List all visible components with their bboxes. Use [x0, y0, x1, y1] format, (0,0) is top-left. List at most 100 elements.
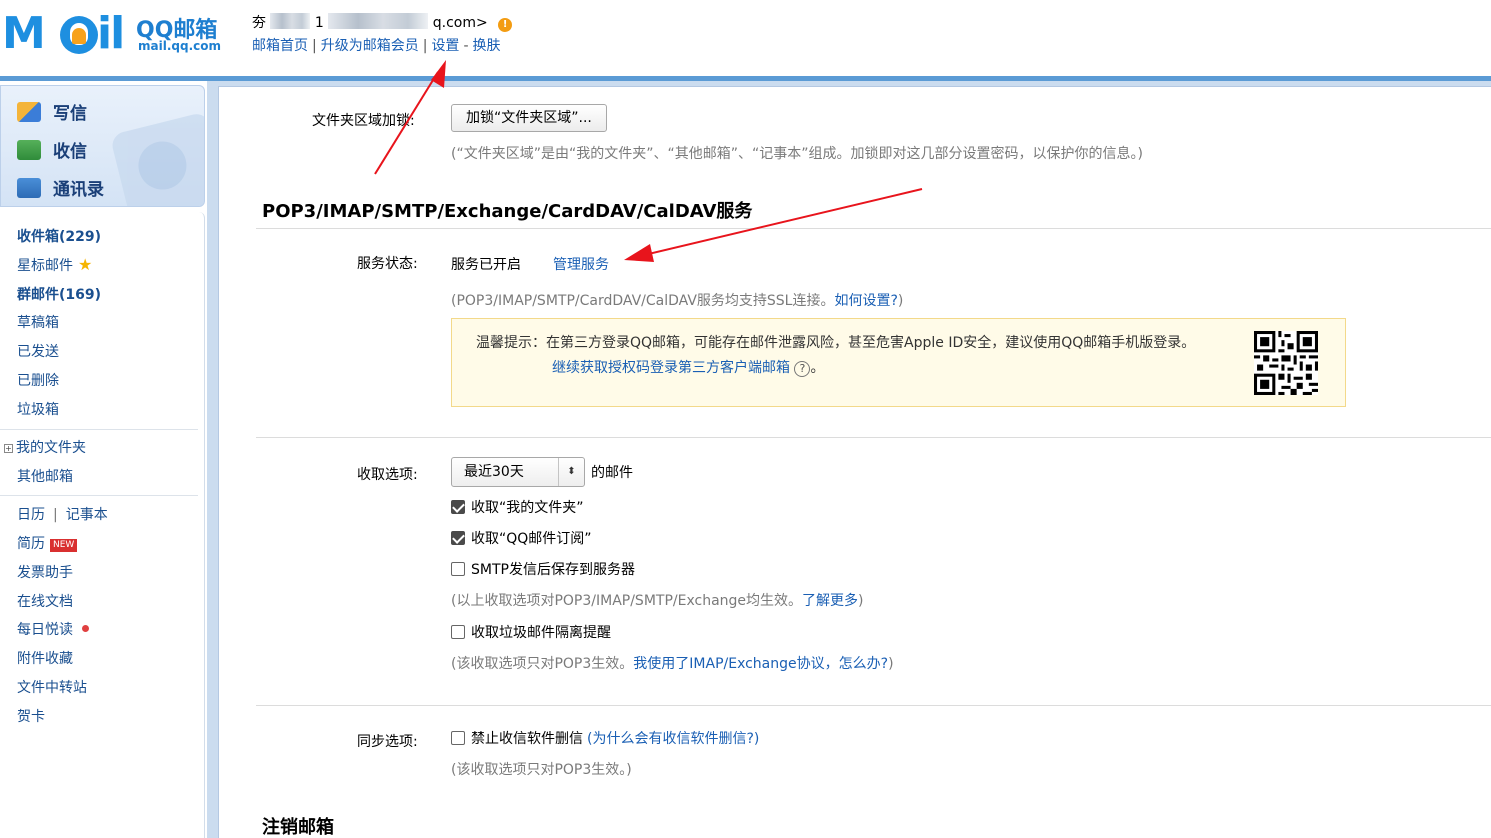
- sidebar-item-attachments[interactable]: 附件收藏: [17, 648, 73, 668]
- section-divider: [256, 705, 1491, 706]
- receive-my-folders-option[interactable]: 收取“我的文件夹”: [451, 497, 584, 517]
- receive-subscription-option[interactable]: 收取“QQ邮件订阅”: [451, 528, 592, 548]
- sidebar-item-calendar[interactable]: 日历: [17, 507, 45, 523]
- redacted-block: [270, 13, 311, 29]
- no-delete-option[interactable]: 禁止收信软件删信 (为什么会有收信软件删信?): [451, 728, 759, 748]
- sidebar-item-notebook[interactable]: 记事本: [66, 507, 108, 523]
- bell-icon: [72, 28, 86, 44]
- help-question-icon[interactable]: ?: [794, 361, 811, 377]
- receive-range-select[interactable]: 最近30天 ⬍: [451, 457, 585, 487]
- spam-reminder-option[interactable]: 收取垃圾邮件隔离提醒: [451, 622, 611, 642]
- sidebar-item-daily-reading[interactable]: 每日悦读: [17, 619, 89, 639]
- top-header: M il QQ邮箱 mail.qq.com 夯 1 q.com> ! 邮箱首页 |…: [0, 0, 1491, 76]
- no-delete-checkbox[interactable]: [451, 731, 465, 745]
- sidebar-item-inbox[interactable]: 收件箱(229): [17, 226, 101, 246]
- contacts-label: 通讯录: [53, 180, 104, 200]
- sidebar-item-spam[interactable]: 垃圾箱: [17, 399, 59, 419]
- sidebar-item-drafts[interactable]: 草稿箱: [17, 312, 59, 332]
- service-status-value: 服务已开启: [451, 257, 521, 273]
- receive-hint-text: (以上收取选项对POP3/IMAP/SMTP/Exchange均生效。: [451, 593, 803, 609]
- receive-hint-end: ): [858, 593, 864, 609]
- how-to-setup-link[interactable]: 如何设置?: [834, 293, 897, 309]
- security-tip-box: 温馨提示：在第三方登录QQ邮箱，可能存在邮件泄露风险，甚至危害Apple ID安…: [451, 318, 1346, 407]
- separator: |: [312, 38, 317, 54]
- sidebar-item-resume[interactable]: 简历 NEW: [17, 533, 78, 553]
- sidebar-item-other-mail[interactable]: 其他邮箱: [17, 466, 73, 486]
- get-auth-code-link[interactable]: 继续获取授权码登录第三方客户端邮箱: [552, 360, 790, 376]
- change-skin-link[interactable]: 换肤: [473, 38, 501, 54]
- receive-mail-button[interactable]: 收信: [17, 137, 87, 162]
- sidebar-item-label: 简历: [17, 536, 45, 552]
- receive-my-folders-checkbox[interactable]: [451, 500, 465, 514]
- contacts-icon: [17, 177, 41, 198]
- qq-mail-logo[interactable]: M il QQ邮箱 mail.qq.com: [0, 8, 230, 60]
- unread-dot-icon: [82, 625, 89, 632]
- logo-url: mail.qq.com: [138, 39, 221, 53]
- ssl-hint-end: ): [897, 293, 904, 309]
- section-divider: [256, 228, 1491, 229]
- sidebar-item-online-docs[interactable]: 在线文档: [17, 591, 73, 611]
- folder-nav: 收件箱(229) 星标邮件 ★ 群邮件(169) 草稿箱 已发送 已删除 垃圾箱 …: [0, 212, 205, 838]
- lock-folder-button[interactable]: 加锁“文件夹区域”...: [451, 104, 607, 132]
- ssl-hint-text: (POP3/IMAP/SMTP/CardDAV/CalDAV服务均支持SSL连接…: [451, 293, 835, 309]
- checkbox-label: 收取“我的文件夹”: [471, 500, 584, 516]
- receive-subscription-checkbox[interactable]: [451, 531, 465, 545]
- sidebar-item-group-mail[interactable]: 群邮件(169): [17, 284, 101, 304]
- mailbox-home-link[interactable]: 邮箱首页: [252, 38, 308, 54]
- tip-end: 。: [810, 360, 825, 376]
- account-prefix: 夯: [252, 15, 266, 31]
- spam-reminder-checkbox[interactable]: [451, 625, 465, 639]
- select-arrow-icon: ⬍: [558, 458, 584, 486]
- receive-label: 收信: [53, 142, 87, 162]
- quick-actions-panel: 写信 收信 通讯录: [0, 85, 205, 207]
- left-sidebar: 写信 收信 通讯录 收件箱(229) 星标邮件 ★ 群邮件(169) 草稿箱 已发…: [0, 81, 207, 838]
- top-nav-links: 邮箱首页 | 升级为邮箱会员 | 设置 - 换肤: [252, 35, 501, 55]
- pop3-only-hint: (该收取选项只对POP3生效。我使用了IMAP/Exchange协议，怎么办?): [451, 653, 894, 673]
- imap-exchange-help-link[interactable]: 我使用了IMAP/Exchange协议，怎么办?: [633, 656, 888, 672]
- sidebar-item-file-transfer[interactable]: 文件中转站: [17, 677, 87, 697]
- separator: |: [53, 507, 58, 523]
- sidebar-item-starred[interactable]: 星标邮件 ★: [17, 255, 92, 275]
- contacts-button[interactable]: 通讯录: [17, 175, 104, 200]
- warning-icon[interactable]: !: [498, 18, 513, 32]
- folder-lock-hint: (“文件夹区域”是由“我的文件夹”、“其他邮箱”、“记事本”组成。加锁即对这几部…: [451, 146, 1143, 162]
- account-address[interactable]: 夯 1 q.com> !: [252, 12, 513, 32]
- pop3-hint-end: ): [888, 656, 894, 672]
- inbox-download-icon: [17, 139, 41, 160]
- receive-suffix: 的邮件: [591, 465, 633, 481]
- smtp-save-checkbox[interactable]: [451, 562, 465, 576]
- sync-hint: (该收取选项只对POP3生效。): [451, 762, 632, 778]
- checkbox-label: 禁止收信软件删信: [471, 731, 583, 747]
- separator: -: [463, 38, 469, 54]
- smtp-save-option[interactable]: SMTP发信后保存到服务器: [451, 559, 635, 579]
- sidebar-item-label: 我的文件夹: [16, 440, 86, 456]
- settings-link[interactable]: 设置: [431, 38, 459, 54]
- separator: |: [422, 38, 428, 54]
- auth-code-row: 继续获取授权码登录第三方客户端邮箱 ?。: [552, 357, 824, 377]
- account-suffix: q.com>: [432, 15, 488, 31]
- ssl-hint: (POP3/IMAP/SMTP/CardDAV/CalDAV服务均支持SSL连接…: [451, 290, 903, 310]
- checkbox-label: 收取“QQ邮件订阅”: [471, 531, 592, 547]
- receive-options-label: 收取选项:: [357, 467, 418, 483]
- folder-lock-label: 文件夹区域加锁:: [312, 113, 415, 129]
- learn-more-link[interactable]: 了解更多: [802, 593, 858, 609]
- account-start: 1: [314, 15, 324, 31]
- sidebar-item-deleted[interactable]: 已删除: [17, 370, 59, 390]
- sidebar-divider: [0, 495, 198, 496]
- security-tip-text: 温馨提示：在第三方登录QQ邮箱，可能存在邮件泄露风险，甚至危害Apple ID安…: [476, 335, 1196, 351]
- sidebar-item-invoice[interactable]: 发票助手: [17, 562, 73, 582]
- sidebar-item-greeting-cards[interactable]: 贺卡: [17, 706, 45, 726]
- sidebar-item-my-folders[interactable]: + 我的文件夹: [4, 437, 86, 457]
- sync-options-label: 同步选项:: [357, 734, 418, 750]
- qr-code-icon: [1254, 331, 1318, 395]
- checkbox-label: SMTP发信后保存到服务器: [471, 562, 635, 578]
- sidebar-item-sent[interactable]: 已发送: [17, 341, 59, 361]
- service-status-label: 服务状态:: [357, 256, 418, 272]
- manage-service-link[interactable]: 管理服务: [553, 254, 609, 274]
- compose-button[interactable]: 写信: [17, 99, 87, 124]
- why-delete-link[interactable]: (为什么会有收信软件删信?): [587, 728, 759, 748]
- upgrade-vip-link[interactable]: 升级为邮箱会员: [321, 38, 419, 54]
- sidebar-item-label: 每日悦读: [17, 622, 73, 638]
- qq-penguin-decoration-icon: [109, 111, 204, 206]
- expand-plus-icon[interactable]: +: [4, 444, 13, 453]
